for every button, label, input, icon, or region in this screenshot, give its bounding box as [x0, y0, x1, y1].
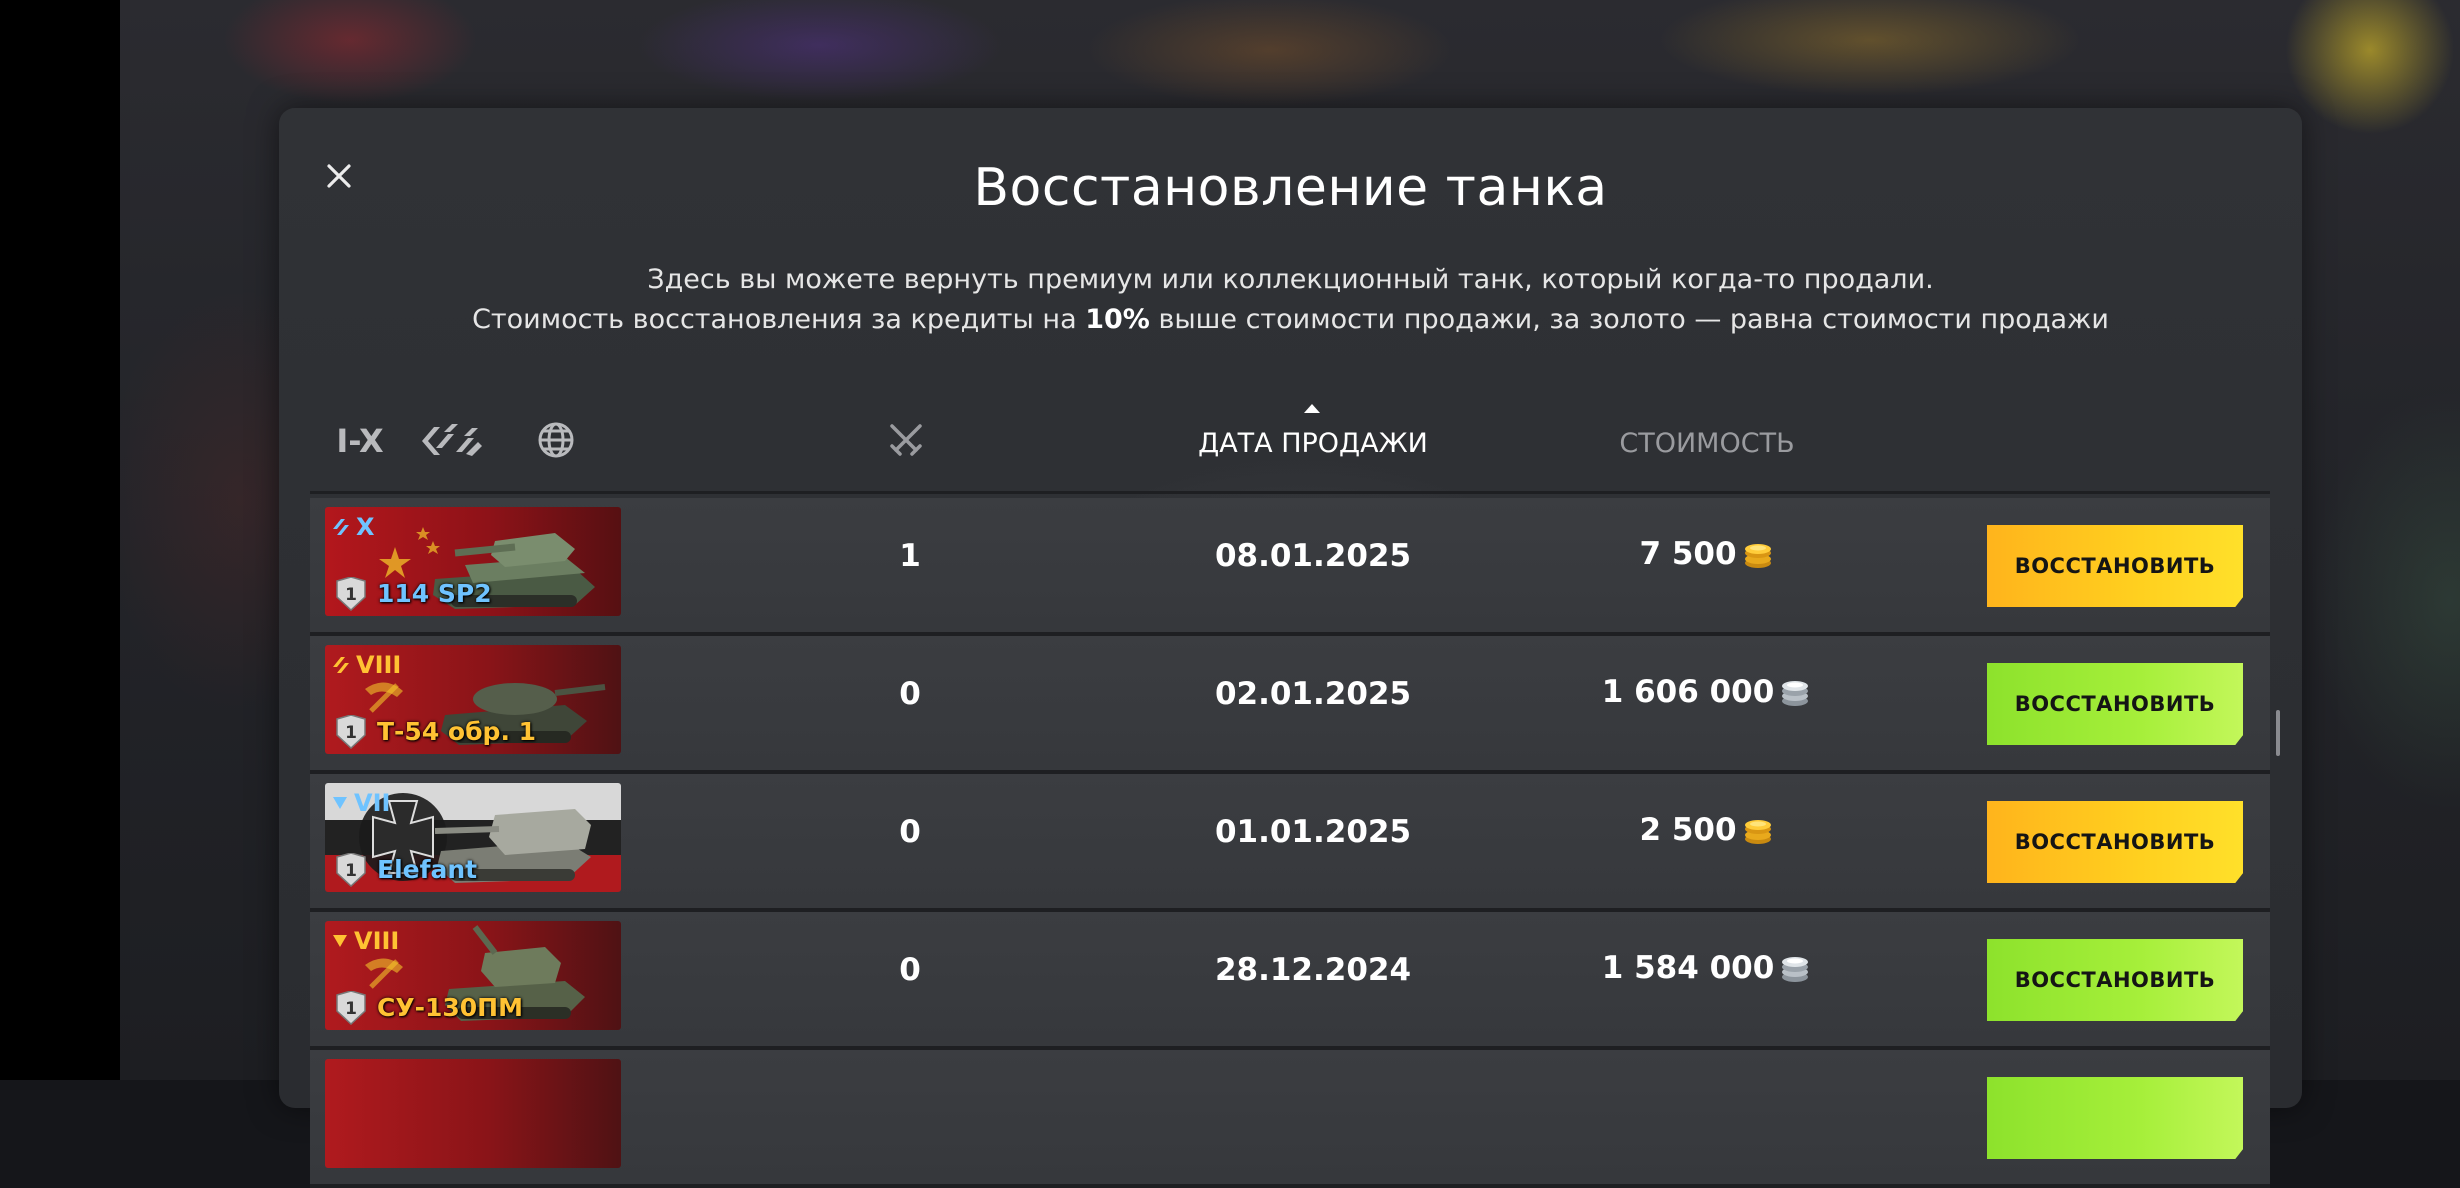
- tank-restore-dialog: Восстановление танка Здесь вы можете вер…: [279, 108, 2302, 1188]
- vehicle-types-icon: [422, 424, 482, 456]
- description-line-1: Здесь вы можете вернуть премиум или колл…: [647, 264, 1934, 295]
- cost-value: 1 606 000: [1601, 674, 1775, 710]
- nation-filter[interactable]: [536, 420, 576, 460]
- gold-coins-icon: [1744, 820, 1771, 844]
- sale-date: 28.12.2024: [1214, 952, 1412, 988]
- cost-value: 7 500: [1639, 536, 1737, 572]
- percent-highlight: 10%: [1085, 304, 1150, 335]
- scrollbar[interactable]: [2276, 710, 2280, 756]
- tank-name: Т-54 обр. 1: [377, 717, 537, 746]
- tank-card[interactable]: VIII 1 СУ-130ПМ: [325, 921, 621, 1030]
- dialog-title: Восстановление танка: [973, 158, 1608, 218]
- cost-column-header[interactable]: СТОИМОСТЬ: [1507, 428, 1907, 459]
- restore-cost: 1 606 000: [1507, 674, 1907, 710]
- gold-coins-icon: [1744, 544, 1771, 568]
- vehicle-type-filter[interactable]: [420, 418, 484, 464]
- svg-text:1: 1: [345, 999, 357, 1019]
- battles-count: 0: [899, 952, 921, 988]
- table-row-partial: [310, 1050, 2270, 1188]
- tank-card[interactable]: VII 1 Elefant: [325, 783, 621, 892]
- table-row: VIII 1 Т-54 обр. 1 0 02.01.2025 1 606 00…: [310, 636, 2270, 774]
- table-row: X 1 114 SP2 1 08.01.2025 7 500 ВОССТАНОВ…: [310, 498, 2270, 636]
- header-divider: [310, 491, 2270, 494]
- mastery-badge-icon: 1: [336, 853, 366, 887]
- svg-text:1: 1: [345, 723, 357, 743]
- table-row: VII 1 Elefant 0 01.01.2025 2 500 ВОССТАН…: [310, 774, 2270, 912]
- tier-label: VII: [332, 789, 390, 817]
- silver-credits-icon: [1782, 681, 1809, 706]
- battles-count: 1: [899, 538, 921, 574]
- tier-label: X: [332, 513, 375, 541]
- crossed-swords-icon: [890, 424, 922, 456]
- sort-ascending-icon: [1304, 404, 1320, 413]
- restore-button[interactable]: ВОССТАНОВИТЬ: [1987, 801, 2243, 883]
- restore-button[interactable]: [1987, 1077, 2243, 1159]
- battles-column-header[interactable]: [886, 420, 926, 460]
- medium-tank-icon: [333, 519, 349, 535]
- sale-date: 02.01.2025: [1214, 676, 1412, 712]
- globe-icon: [538, 422, 574, 458]
- tank-name: 114 SP2: [377, 579, 492, 608]
- left-black-bar: [0, 0, 120, 1080]
- description-line-2: Стоимость восстановления за кредиты на 1…: [472, 304, 2109, 335]
- silver-credits-icon: [1782, 957, 1809, 982]
- mastery-badge-icon: 1: [336, 577, 366, 611]
- restore-cost: 1 584 000: [1507, 950, 1907, 986]
- tier-label: VIII: [332, 651, 401, 679]
- tank-name: СУ-130ПМ: [377, 993, 523, 1022]
- tank-destroyer-icon: [333, 935, 347, 947]
- cost-value: 1 584 000: [1601, 950, 1775, 986]
- table-header: I-X ДАТА ПРОДАЖИ СТОИМОСТЬ: [310, 394, 2270, 488]
- cost-value: 2 500: [1639, 812, 1737, 848]
- restore-cost: 7 500: [1507, 536, 1907, 572]
- sale-date-column-header[interactable]: ДАТА ПРОДАЖИ: [1113, 394, 1513, 488]
- tier-filter[interactable]: I-X: [330, 416, 390, 466]
- svg-text:1: 1: [345, 861, 357, 881]
- restore-button[interactable]: ВОССТАНОВИТЬ: [1987, 663, 2243, 745]
- restore-cost: 2 500: [1507, 812, 1907, 848]
- battles-count: 0: [899, 814, 921, 850]
- battles-count: 0: [899, 676, 921, 712]
- medium-tank-icon: [333, 657, 349, 673]
- table-row: VIII 1 СУ-130ПМ 0 28.12.2024 1 584 000 В…: [310, 912, 2270, 1050]
- tank-name: Elefant: [377, 855, 478, 884]
- tank-card[interactable]: [325, 1059, 621, 1168]
- sale-date: 08.01.2025: [1214, 538, 1412, 574]
- dialog-description: Здесь вы можете вернуть премиум или колл…: [279, 260, 2302, 340]
- sale-date-label: ДАТА ПРОДАЖИ: [1198, 428, 1428, 459]
- mastery-badge-icon: 1: [336, 991, 366, 1025]
- restore-button[interactable]: ВОССТАНОВИТЬ: [1987, 939, 2243, 1021]
- tank-card[interactable]: VIII 1 Т-54 обр. 1: [325, 645, 621, 754]
- tier-label: VIII: [332, 927, 399, 955]
- mastery-badge-icon: 1: [336, 715, 366, 749]
- sale-date: 01.01.2025: [1214, 814, 1412, 850]
- tank-destroyer-icon: [333, 797, 347, 809]
- tank-card[interactable]: X 1 114 SP2: [325, 507, 621, 616]
- restore-button[interactable]: ВОССТАНОВИТЬ: [1987, 525, 2243, 607]
- svg-text:1: 1: [345, 585, 357, 605]
